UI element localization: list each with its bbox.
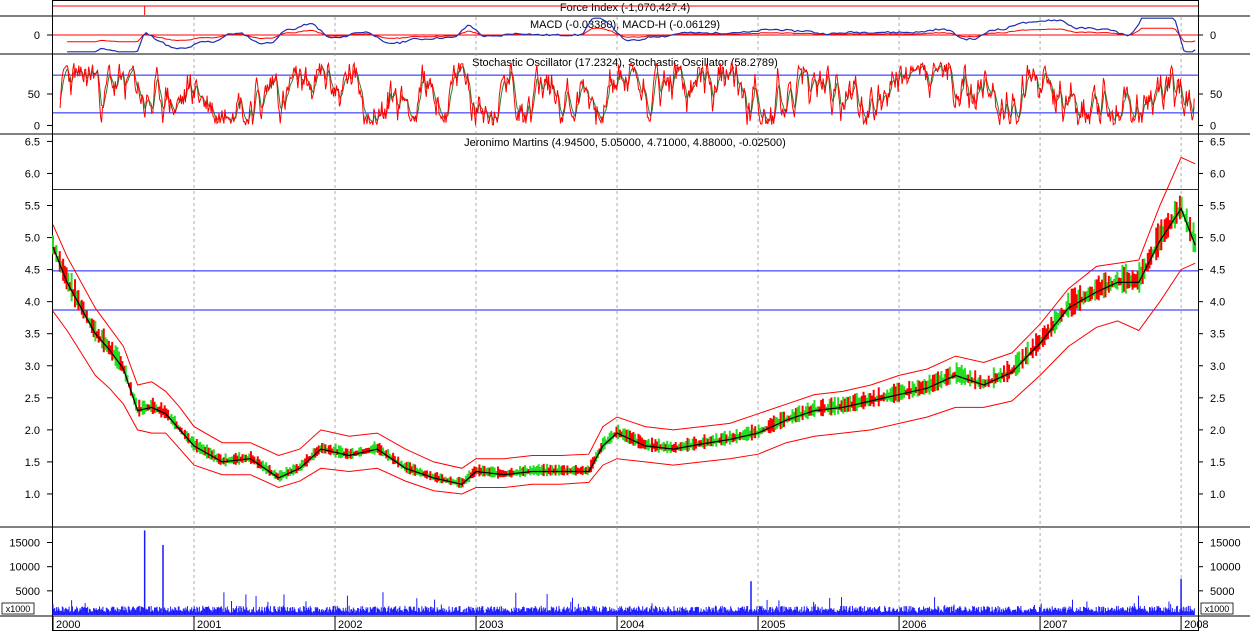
x-tick-label: 2004: [620, 619, 644, 631]
y-tick-label-left: 6.5: [25, 136, 40, 148]
y-tick-label-left: 10000: [9, 562, 40, 574]
x-tick-label: 2000: [56, 619, 80, 631]
y-tick-label-left: 3.5: [25, 329, 40, 341]
macd-title: MACD (-0.03380), MACD-H (-0.06129): [530, 19, 720, 31]
stochastic-series: [59, 61, 1195, 126]
price-series: [52, 156, 1197, 495]
y-tick-label-right: 6.5: [1210, 136, 1225, 148]
y-tick-label-right: 5.0: [1210, 233, 1225, 245]
upper-band-line: [52, 156, 1196, 469]
y-tick-label-left: 2.5: [25, 393, 40, 405]
x-tick-label: 2002: [338, 619, 362, 631]
x-tick-label: 2005: [761, 619, 785, 631]
x-tick-label: 2006: [902, 619, 926, 631]
x-tick-label: 2007: [1043, 619, 1067, 631]
y-tick-label-left: 0: [34, 30, 40, 42]
y-tick-label-right: 3.0: [1210, 361, 1225, 373]
y-tick-label-right: 2.0: [1210, 425, 1225, 437]
y-tick-label-right: 0: [1210, 120, 1216, 132]
y-tick-label-right: 15000: [1210, 538, 1241, 550]
y-tick-label-right: 5000: [1210, 586, 1234, 598]
y-tick-label-left: 1.0: [25, 489, 40, 501]
chart-svg: Force Index (-1,070,427.4) MACD (-0.0338…: [0, 0, 1250, 631]
stock-chart: Force Index (-1,070,427.4) MACD (-0.0338…: [0, 0, 1250, 631]
y-tick-label-left: 4.0: [25, 297, 40, 309]
y-tick-label-left: 2.0: [25, 425, 40, 437]
plot-frame: [52, 0, 1199, 631]
y-tick-label-right: 2.5: [1210, 393, 1225, 405]
y-tick-label-right: 1.5: [1210, 457, 1225, 469]
y-tick-label-left: 50: [28, 89, 40, 101]
y-tick-label-left: 6.0: [25, 168, 40, 180]
y-tick-label-right: 3.5: [1210, 329, 1225, 341]
y-tick-label-left: 5.0: [25, 233, 40, 245]
y-tick-label-right: 0: [1210, 30, 1216, 42]
x-tick-label: 2003: [479, 619, 503, 631]
volume-bars: [52, 530, 1195, 615]
y-tick-label-left: 3.0: [25, 361, 40, 373]
y-tick-label-right: 10000: [1210, 562, 1241, 574]
force-index-title: Force Index (-1,070,427.4): [560, 2, 690, 14]
volume-unit-right: x1000: [1205, 604, 1230, 614]
y-tick-label-left: 15000: [9, 538, 40, 550]
x-tick-label: 2008: [1184, 619, 1208, 631]
stochastic-k-line: [59, 61, 1195, 126]
y-tick-label-right: 1.0: [1210, 489, 1225, 501]
y-tick-label-left: 5.5: [25, 201, 40, 213]
x-tick-label: 2001: [197, 619, 221, 631]
y-tick-label-right: 4.5: [1210, 265, 1225, 277]
y-tick-label-right: 4.0: [1210, 297, 1225, 309]
y-tick-label-left: 4.5: [25, 265, 40, 277]
y-tick-label-right: 50: [1210, 89, 1222, 101]
volume-unit-left: x1000: [6, 604, 31, 614]
y-tick-label-left: 0: [34, 120, 40, 132]
y-tick-label-left: 5000: [16, 586, 40, 598]
price-title: Jeronimo Martins (4.94500, 5.05000, 4.71…: [464, 137, 786, 149]
y-tick-label-left: 1.5: [25, 457, 40, 469]
y-tick-label-right: 5.5: [1210, 201, 1225, 213]
y-tick-label-right: 6.0: [1210, 168, 1225, 180]
